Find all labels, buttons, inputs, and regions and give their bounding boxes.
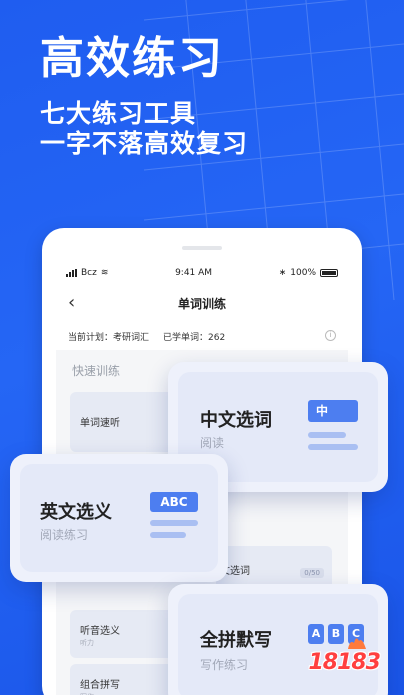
status-bar: Bcz ≋ 9:41 AM ∗ 100% — [56, 262, 348, 284]
text-line-icon — [150, 520, 198, 526]
plan-bar: 当前计划：考研词汇 已学单词：262 i — [56, 322, 348, 350]
tile-sub: 听力 — [80, 639, 94, 647]
card-title: 全拼默写 — [200, 630, 272, 651]
nav-bar: ‹ 单词训练 — [56, 284, 348, 322]
status-time: 9:41 AM — [175, 268, 213, 278]
card-title: 中文选词 — [200, 410, 272, 431]
tile-label: 听音选义 — [80, 626, 120, 637]
info-icon[interactable]: i — [325, 330, 336, 341]
text-line-icon — [308, 432, 346, 438]
watermark-text: 18183 — [308, 650, 381, 675]
tile-label: 组合拼写 — [80, 680, 120, 691]
watermark-flame-icon — [348, 638, 366, 649]
battery-icon — [320, 269, 338, 277]
text-line-icon — [308, 444, 358, 450]
wifi-icon: ≋ — [100, 268, 109, 278]
battery-percent: 100% — [290, 268, 316, 278]
promo-line-2: 一字不落高效复习 — [40, 129, 249, 158]
page-title: 单词训练 — [177, 296, 226, 311]
section-title: 快速训练 — [72, 364, 121, 378]
current-plan: 当前计划：考研词汇 — [68, 332, 150, 343]
promo-headline: 高效练习 — [40, 33, 224, 84]
bluetooth-icon: ∗ — [278, 268, 287, 278]
text-line-icon — [150, 532, 186, 538]
learned-count: 已学单词：262 — [163, 332, 226, 343]
tile-label: 单词速听 — [80, 418, 120, 429]
card-english-choice[interactable]: 英文选义 阅读练习 ABC — [10, 454, 228, 582]
card-subtitle: 阅读 — [200, 436, 225, 450]
tile-count: 0/50 — [300, 568, 324, 578]
back-arrow-icon[interactable]: ‹ — [68, 292, 75, 313]
device-speaker — [182, 246, 222, 250]
site-watermark: 18183 — [308, 638, 394, 689]
card-title: 英文选义 — [40, 502, 112, 523]
chinese-pill-icon: 中 — [308, 400, 358, 422]
carrier-name: Bcz — [81, 268, 97, 278]
card-subtitle: 写作练习 — [200, 658, 249, 672]
card-subtitle: 阅读练习 — [40, 528, 89, 542]
abc-pill-icon: ABC — [150, 492, 198, 512]
signal-icon — [66, 269, 77, 277]
